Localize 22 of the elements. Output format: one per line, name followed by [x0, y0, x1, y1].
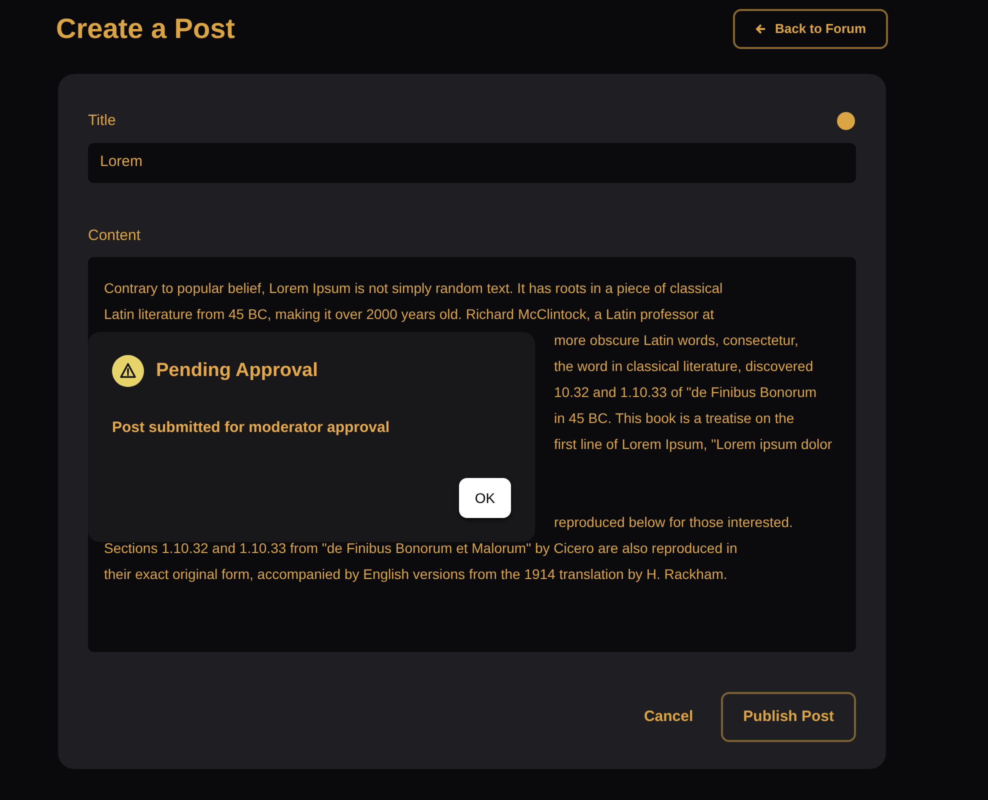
content-text-line: Contrary to popular belief, Lorem Ipsum is not simply random text. It has roots in a piece of classical [104, 279, 724, 298]
content-text-line: more obscure Latin words, consectetur, [554, 332, 798, 348]
field-label: Content [88, 226, 142, 246]
content-text-line: first line of Lorem Ipsum, "Lorem ipsum dolor [554, 436, 832, 452]
content-text-line: 10.32 and 1.10.33 of "de Finibus Bonorum [554, 384, 817, 400]
content-text-line: in 45 BC. This book is a treatise on the [554, 410, 794, 426]
field-label: Title [88, 111, 116, 131]
dialog-message: Post submitted for moderator approval [112, 418, 391, 438]
page-title: Create a Post [56, 12, 235, 46]
back-button[interactable]: Back to Forum [732, 9, 888, 49]
ok-button[interactable]: OK [459, 478, 511, 518]
content-text-line: Sections 1.10.32 and 1.10.33 from "de Finibus Bonorum et Malorum" by Cicero are also reproduced in [104, 539, 738, 558]
content-text-line: reproduced below for those interested. [554, 514, 793, 530]
publish-button[interactable]: Publish Post [721, 692, 856, 742]
arrow-left-icon [754, 23, 767, 35]
title-field[interactable]: Lorem [88, 142, 856, 182]
warning-icon [112, 355, 144, 387]
content-text-line: their exact original form, accompanied by English versions from the 1914 translation by H. Rackham. [104, 565, 728, 584]
cancel-button[interactable]: Cancel [644, 706, 694, 728]
dialog-title: Pending Approval [156, 358, 318, 383]
content-text-line: the word in classical literature, discovered [554, 358, 814, 374]
content-text-line: Latin literature from 45 BC, making it over 2000 years old. Richard McClintock, a Latin professor at [104, 305, 716, 324]
